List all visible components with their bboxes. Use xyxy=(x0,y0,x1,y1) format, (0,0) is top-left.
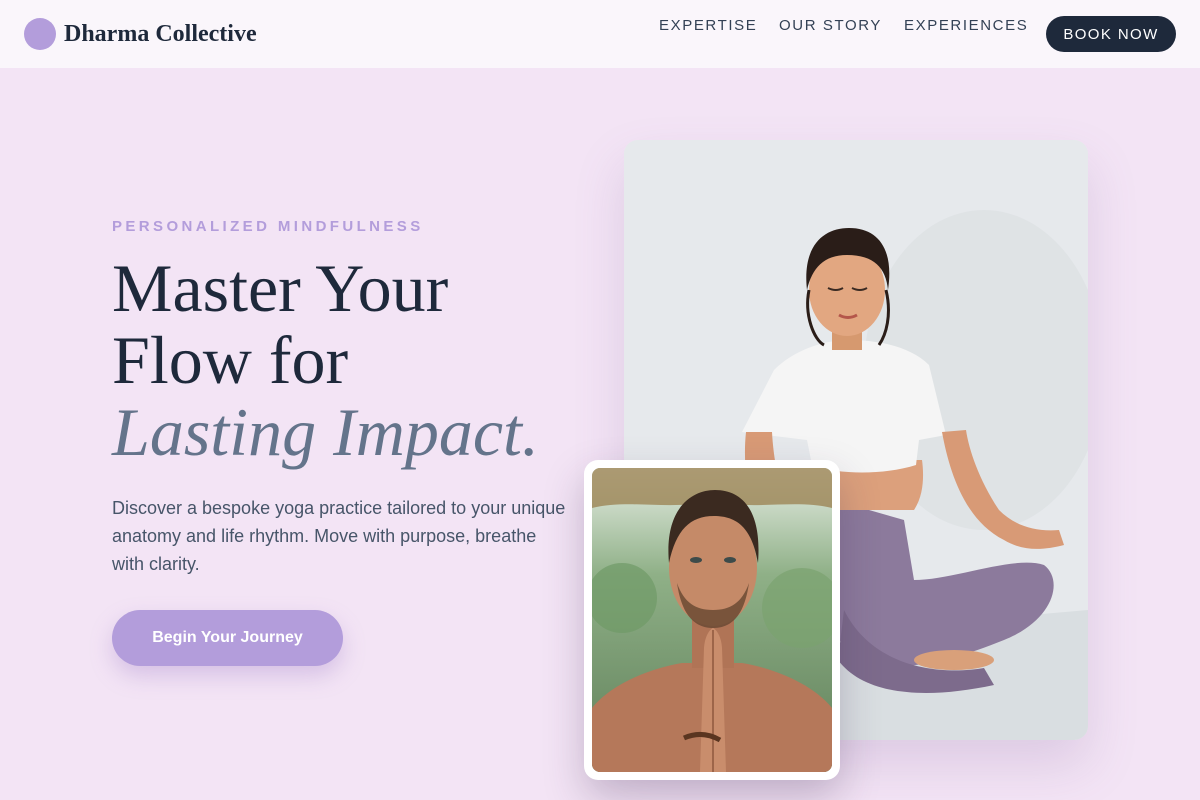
nav-link-our-story[interactable]: OUR STORY xyxy=(779,17,882,34)
hero-eyebrow: PERSONALIZED MINDFULNESS xyxy=(112,218,424,235)
brand-mark-icon xyxy=(24,18,56,50)
begin-journey-button[interactable]: Begin Your Journey xyxy=(112,610,343,666)
brand-logo[interactable]: Dharma Collective xyxy=(24,17,257,51)
book-now-button[interactable]: BOOK NOW xyxy=(1046,16,1176,52)
brand-name: Dharma Collective xyxy=(64,20,257,47)
headline-line-2: Flow for xyxy=(112,322,349,398)
hero-headline: Master Your Flow for Lasting Impact. xyxy=(112,252,592,468)
nav-link-expertise[interactable]: EXPERTISE xyxy=(659,17,757,34)
site-header: Dharma Collective EXPERTISE OUR STORY EX… xyxy=(0,0,1200,68)
praying-man-image xyxy=(592,468,832,772)
headline-line-1: Master Your xyxy=(112,250,449,326)
secondary-photo-card xyxy=(584,460,840,780)
headline-accent: Lasting Impact. xyxy=(112,394,539,470)
hero-intro: Discover a bespoke yoga practice tailore… xyxy=(112,498,566,574)
nav-link-experiences[interactable]: EXPERIENCES xyxy=(904,17,1028,34)
